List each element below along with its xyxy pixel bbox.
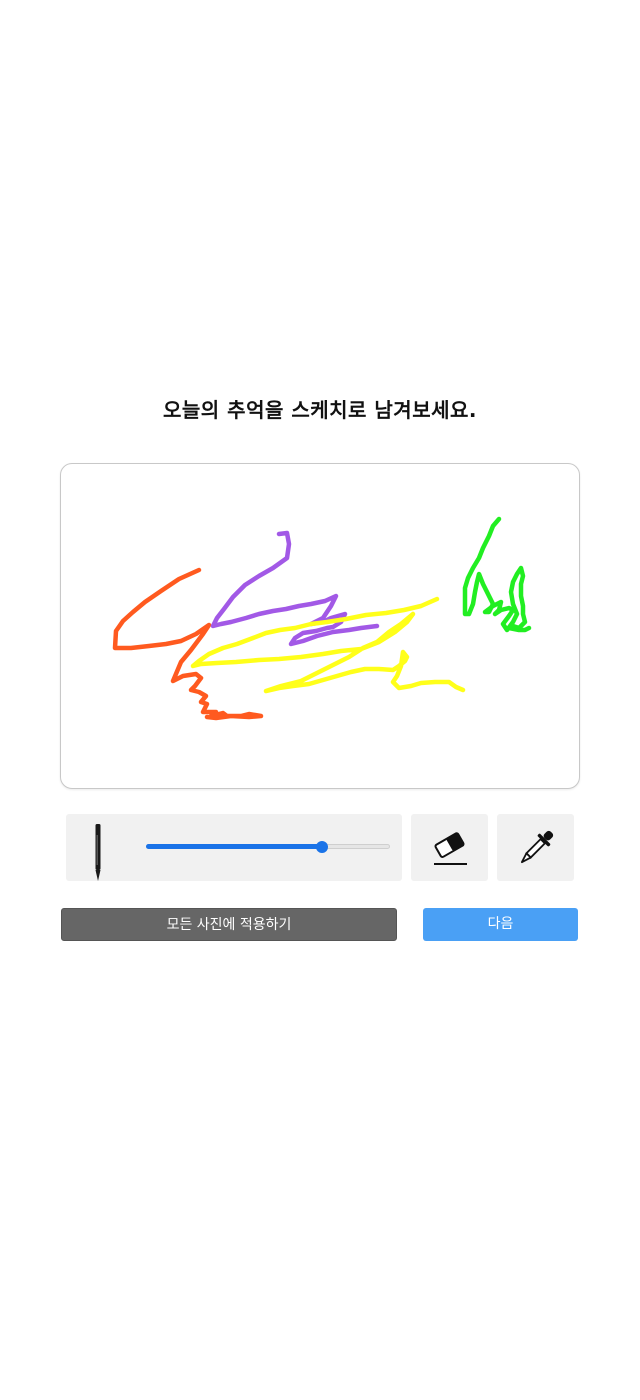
brush-size-slider[interactable] [146, 840, 390, 854]
sketch-drawing [112, 516, 532, 721]
green-stroke [462, 516, 532, 633]
page-title: 오늘의 추억을 스케치로 남겨보세요. [163, 398, 477, 422]
sketch-canvas[interactable] [60, 463, 580, 789]
eyedropper-icon [520, 830, 554, 864]
pen-icon[interactable] [86, 823, 110, 883]
eraser-tool-button[interactable] [411, 814, 488, 881]
slider-fill [146, 844, 322, 849]
apply-all-photos-button[interactable]: 모든 사진에 적용하기 [61, 908, 397, 941]
eyedropper-tool-button[interactable] [497, 814, 574, 881]
next-button[interactable]: 다음 [423, 908, 578, 941]
pen-tool-panel [66, 814, 402, 881]
eraser-icon [434, 832, 467, 865]
sketch-screen: 오늘의 추억을 스케치로 남겨보세요. 모든 사진에 적용하기 다음 [0, 0, 640, 1400]
slider-thumb[interactable] [315, 841, 328, 853]
